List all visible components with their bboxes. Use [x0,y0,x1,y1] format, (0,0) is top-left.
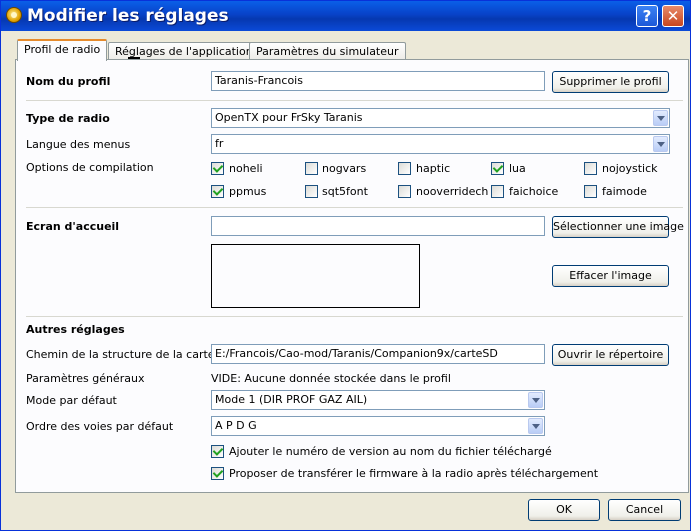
radio-type-select[interactable]: OpenTX pour FrSky Taranis [211,108,670,128]
profile-name-input[interactable]: Taranis-Francois [211,71,545,91]
divider [26,100,683,101]
option-haptic-label: haptic [416,162,451,175]
divider [26,207,683,208]
chevron-down-icon[interactable] [653,136,668,152]
menu-language-select[interactable]: fr [211,134,670,154]
open-directory-button[interactable]: Ouvrir le répertoire [552,344,669,366]
option-nogvars-checkbox[interactable] [305,162,318,175]
chevron-down-icon[interactable] [653,110,668,126]
option-nooverridech-label: nooverridech [416,185,489,198]
chevron-down-icon[interactable] [528,392,543,408]
tab-simulator-settings[interactable]: Paramètres du simulateur [249,42,406,60]
tab-radio-profile[interactable]: Profil de radio [17,39,108,61]
radio-profile-panel: Nom du profil Taranis-Francois Supprimer… [15,59,689,493]
option-faichoice-label: faichoice [509,185,559,198]
default-mode-value: Mode 1 (DIR PROF GAZ AIL) [215,393,368,406]
app-icon [6,7,22,23]
profile-name-label: Nom du profil [26,75,111,88]
option-lua-label: lua [509,162,526,175]
option-ppmus-checkbox[interactable] [211,185,224,198]
splash-image-path-input[interactable] [211,216,545,236]
splash-image-preview [211,244,420,308]
clear-image-button[interactable]: Effacer l'image [552,265,669,287]
default-mode-select[interactable]: Mode 1 (DIR PROF GAZ AIL) [211,390,545,410]
option-sqt5font-checkbox[interactable] [305,185,318,198]
cancel-button[interactable]: Cancel [608,499,681,521]
splash-screen-label: Ecran d'accueil [26,220,120,233]
select-image-button[interactable]: Sélectionner une image [552,216,684,238]
general-params-value: VIDE: Aucune donnée stockée dans le prof… [211,372,451,385]
title-bar[interactable]: Modifier les réglages ? ✕ [1,1,690,31]
general-params-label: Paramètres généraux [26,372,145,385]
option-faimode-checkbox[interactable] [584,185,597,198]
append-version-checkbox[interactable] [211,445,224,458]
offer-flash-label: Proposer de transférer le firmware à la … [229,467,599,480]
option-nojoystick-label: nojoystick [602,162,658,175]
divider [26,316,683,317]
option-nooverridech-checkbox[interactable] [398,185,411,198]
menu-language-label: Langue des menus [26,138,131,151]
delete-profile-button[interactable]: Supprimer le profil [552,71,669,93]
radio-type-label: Type de radio [26,112,110,125]
option-noheli-checkbox[interactable] [211,162,224,175]
chevron-down-icon[interactable] [528,418,543,434]
channel-order-select[interactable]: A P D G [211,416,545,436]
build-options-label: Options de compilation [26,161,154,174]
option-haptic-checkbox[interactable] [398,162,411,175]
option-faimode-label: faimode [602,185,647,198]
offer-flash-checkbox[interactable] [211,467,224,480]
option-faichoice-checkbox[interactable] [491,185,504,198]
option-nojoystick-checkbox[interactable] [584,162,597,175]
channel-order-value: A P D G [215,419,257,432]
option-nogvars-label: nogvars [322,162,367,175]
option-lua-checkbox[interactable] [491,162,504,175]
append-version-label: Ajouter le numéro de version au nom du f… [229,445,552,458]
ok-button[interactable]: OK [528,499,600,521]
window-title: Modifier les réglages [27,6,229,26]
menu-language-value: fr [215,137,224,150]
sd-path-label: Chemin de la structure de la carte SD [26,348,234,361]
option-ppmus-label: ppmus [229,185,267,198]
channel-order-label: Ordre des voies par défaut [26,420,174,433]
sd-path-input[interactable]: E:/Francois/Cao-mod/Taranis/Companion9x/… [211,344,545,364]
option-sqt5font-label: sqt5font [322,185,368,198]
default-mode-label: Mode par défaut [26,394,117,407]
radio-type-value: OpenTX pour FrSky Taranis [215,111,363,124]
other-settings-heading: Autres réglages [26,323,125,336]
close-button[interactable]: ✕ [662,5,684,27]
option-noheli-label: noheli [229,162,263,175]
settings-dialog: Modifier les réglages ? ✕ Profil de radi… [0,0,691,531]
help-button[interactable]: ? [636,5,658,27]
